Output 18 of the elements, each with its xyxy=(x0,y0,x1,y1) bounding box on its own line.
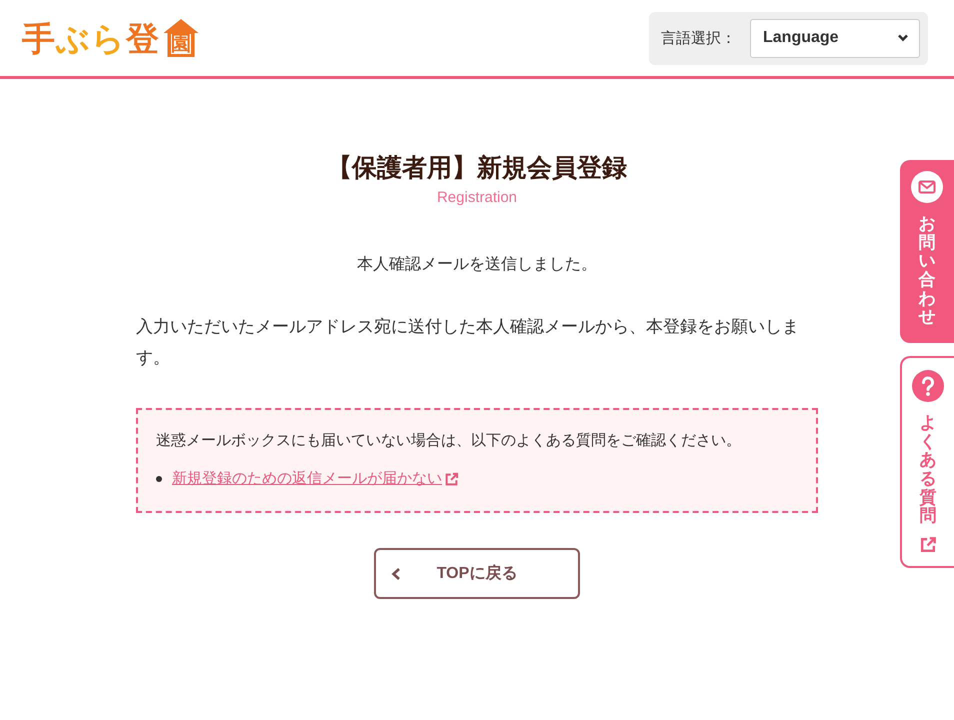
faq-link[interactable]: 新規登録のための返信メールが届かない xyxy=(172,468,459,490)
faq-side-tab[interactable]: よくある質問 xyxy=(900,356,954,568)
notice-text: 迷惑メールボックスにも届いていない場合は、以下のよくある質問をご確認ください。 xyxy=(156,431,742,451)
language-label: 言語選択： xyxy=(661,28,736,48)
logo-text: 手ぶら登 xyxy=(22,22,160,54)
mail-icon xyxy=(911,171,943,203)
chevron-left-icon xyxy=(390,566,402,580)
back-to-top-button[interactable]: TOPに戻る xyxy=(374,548,580,599)
contact-side-tab[interactable]: お問い合わせ xyxy=(900,160,954,343)
help-icon xyxy=(912,370,944,402)
status-message: 本人確認メールを送信しました。 xyxy=(357,254,597,275)
chevron-down-icon xyxy=(897,32,909,44)
language-select[interactable]: Language xyxy=(750,18,920,58)
instruction-text: 入力いただいたメールアドレス宛に送付した本人確認メールから、本登録をお願いします。 xyxy=(136,316,800,369)
logo-house-mark: 園 xyxy=(162,17,200,59)
bullet-icon xyxy=(156,476,162,482)
page-title: 【保護者用】新規会員登録 xyxy=(327,153,627,184)
page-subtitle: Registration xyxy=(436,189,518,207)
